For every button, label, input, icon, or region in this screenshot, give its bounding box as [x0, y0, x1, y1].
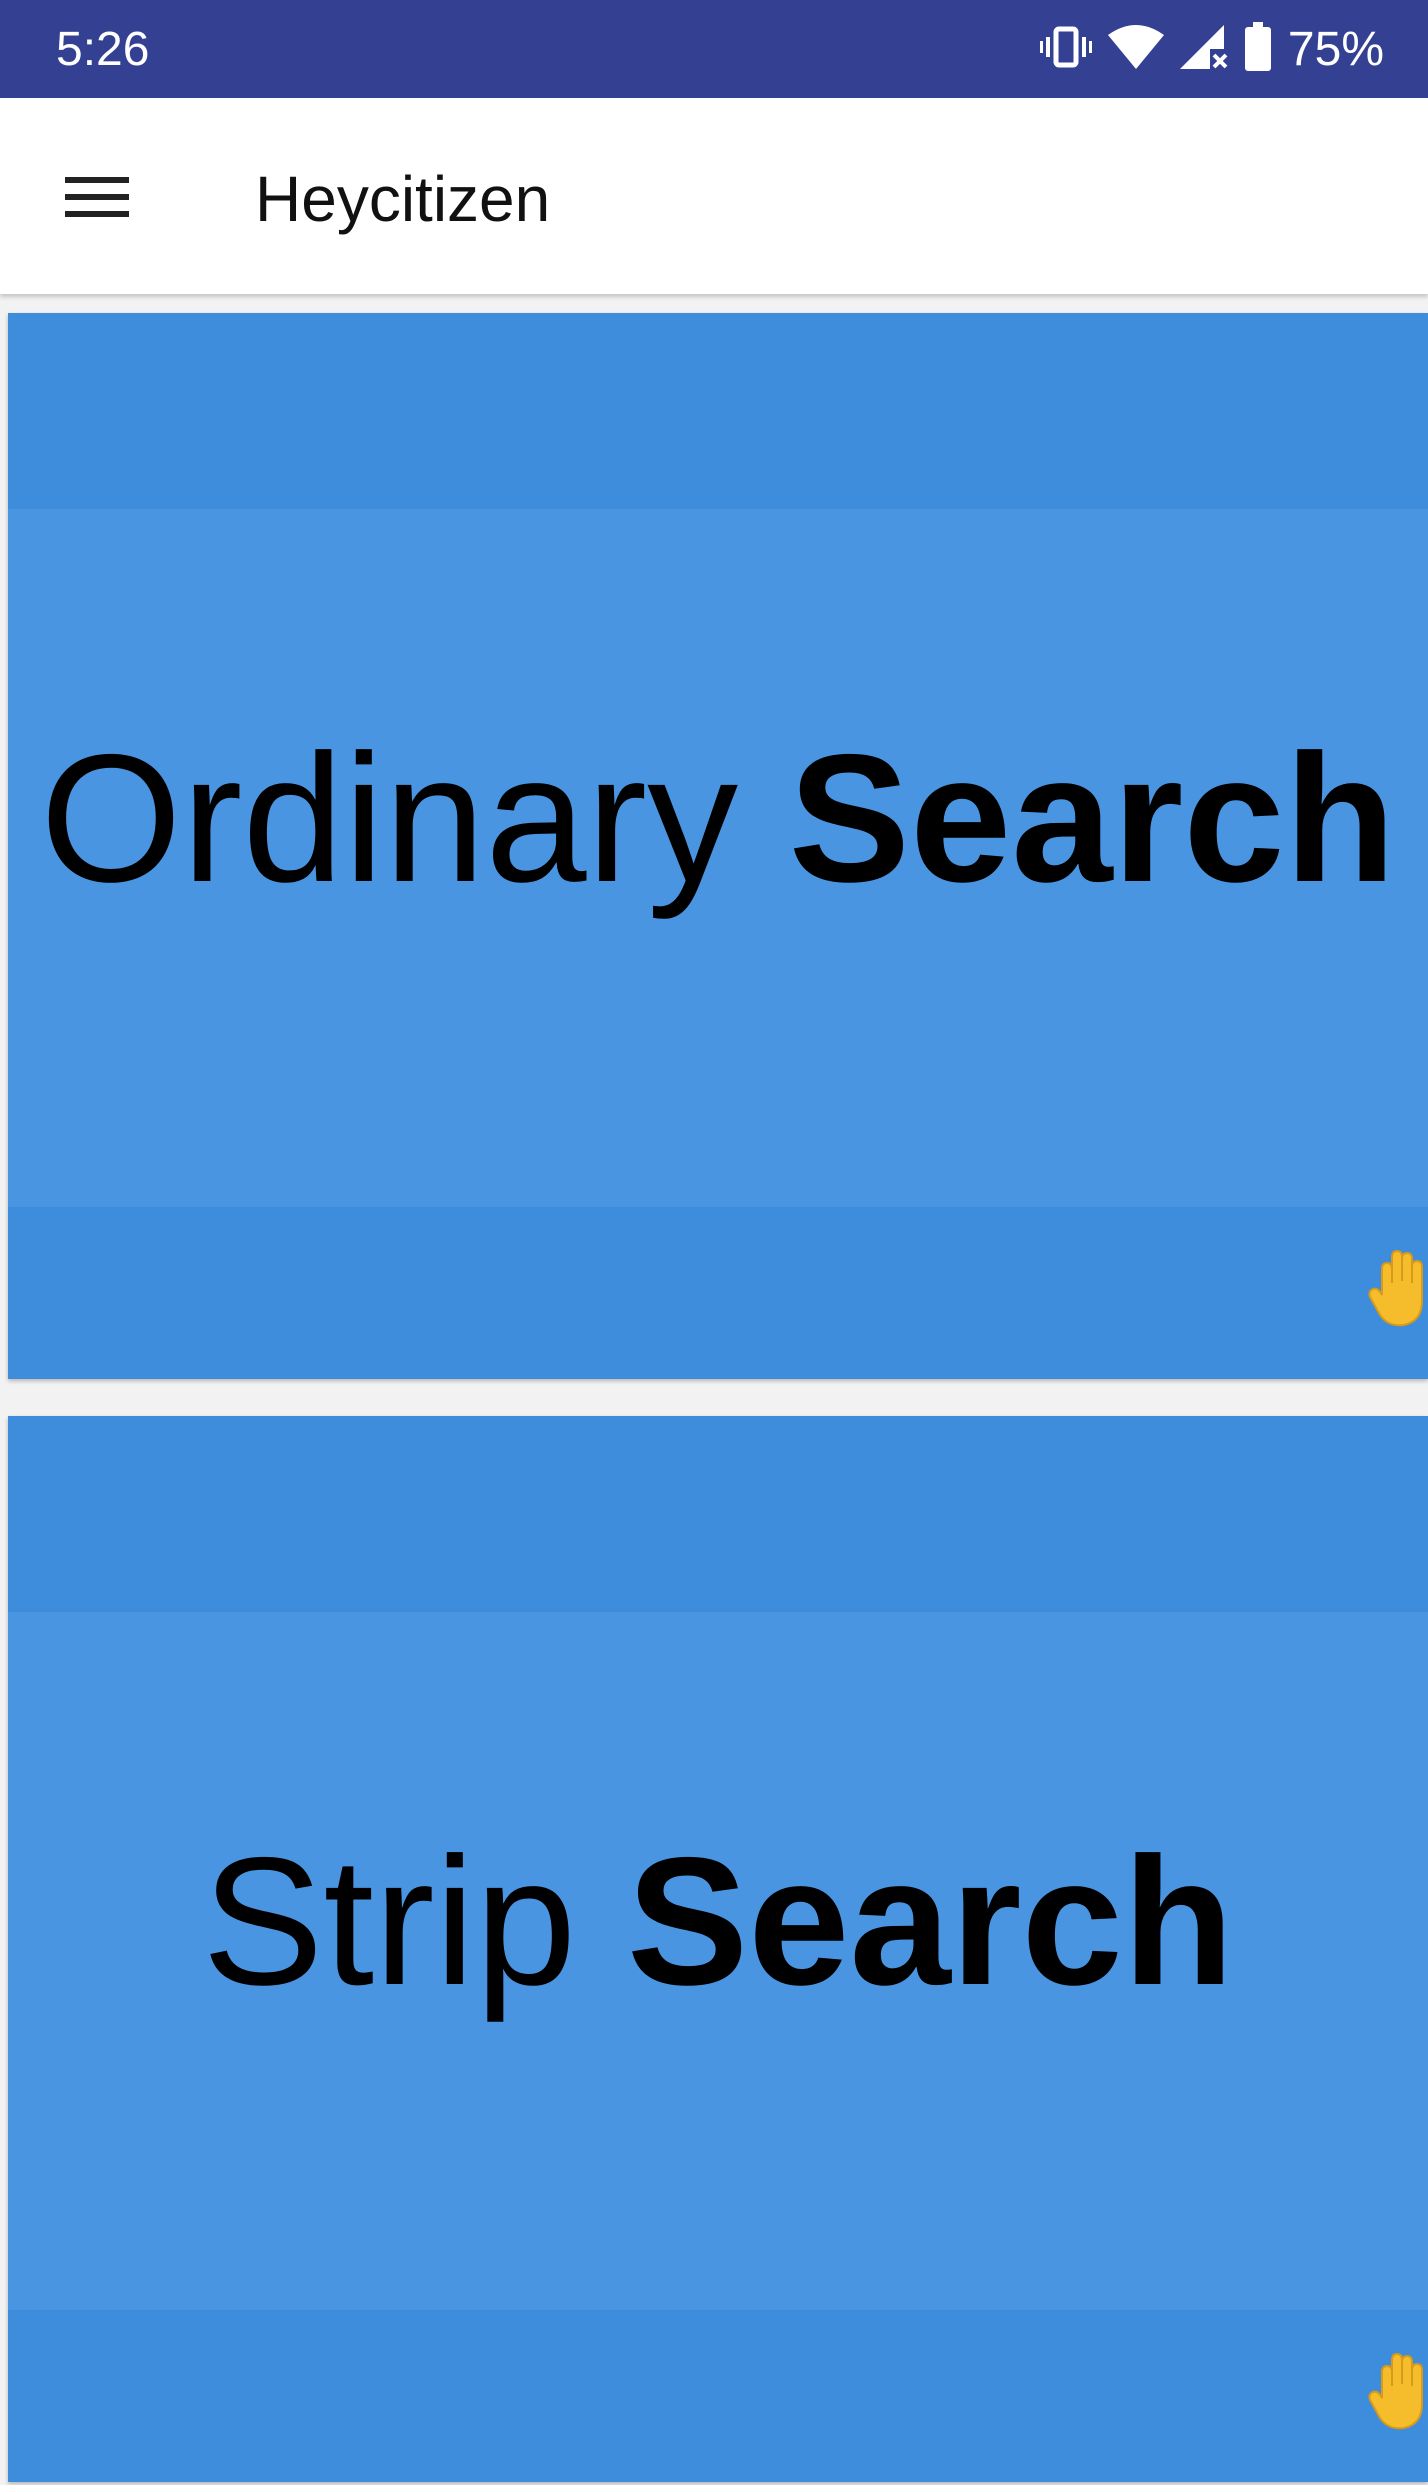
app-title: Heycitizen — [255, 163, 551, 235]
card-top-band — [8, 313, 1428, 509]
card-title-bold: Search — [626, 1819, 1234, 2023]
raised-hand-icon — [1368, 1249, 1428, 1329]
card-top-band — [8, 1416, 1428, 1612]
signal-icon — [1179, 23, 1228, 76]
card-title-regular: Ordinary — [40, 716, 739, 920]
status-time: 5:26 — [56, 23, 150, 76]
status-icons: 75% — [1039, 18, 1384, 80]
app-bar: Heycitizen — [0, 98, 1428, 294]
raised-hand-icon — [1368, 2352, 1428, 2432]
card-title-regular: Strip — [202, 1819, 577, 2023]
hamburger-menu-icon[interactable] — [48, 156, 129, 236]
ordinary-search-card[interactable]: Ordinary Search — [8, 313, 1428, 1379]
vibrate-icon — [1039, 23, 1092, 76]
battery-percent: 75% — [1287, 22, 1384, 76]
card-title: Strip Search — [8, 1816, 1428, 2026]
wifi-icon — [1107, 23, 1164, 76]
card-bottom-band — [8, 2310, 1428, 2482]
card-title: Ordinary Search — [8, 713, 1428, 923]
card-title-bold: Search — [788, 716, 1396, 920]
card-bottom-band — [8, 1207, 1428, 1379]
status-bar: 5:26 75% — [0, 0, 1428, 98]
battery-icon — [1244, 21, 1272, 77]
strip-search-card[interactable]: Strip Search — [8, 1416, 1428, 2482]
